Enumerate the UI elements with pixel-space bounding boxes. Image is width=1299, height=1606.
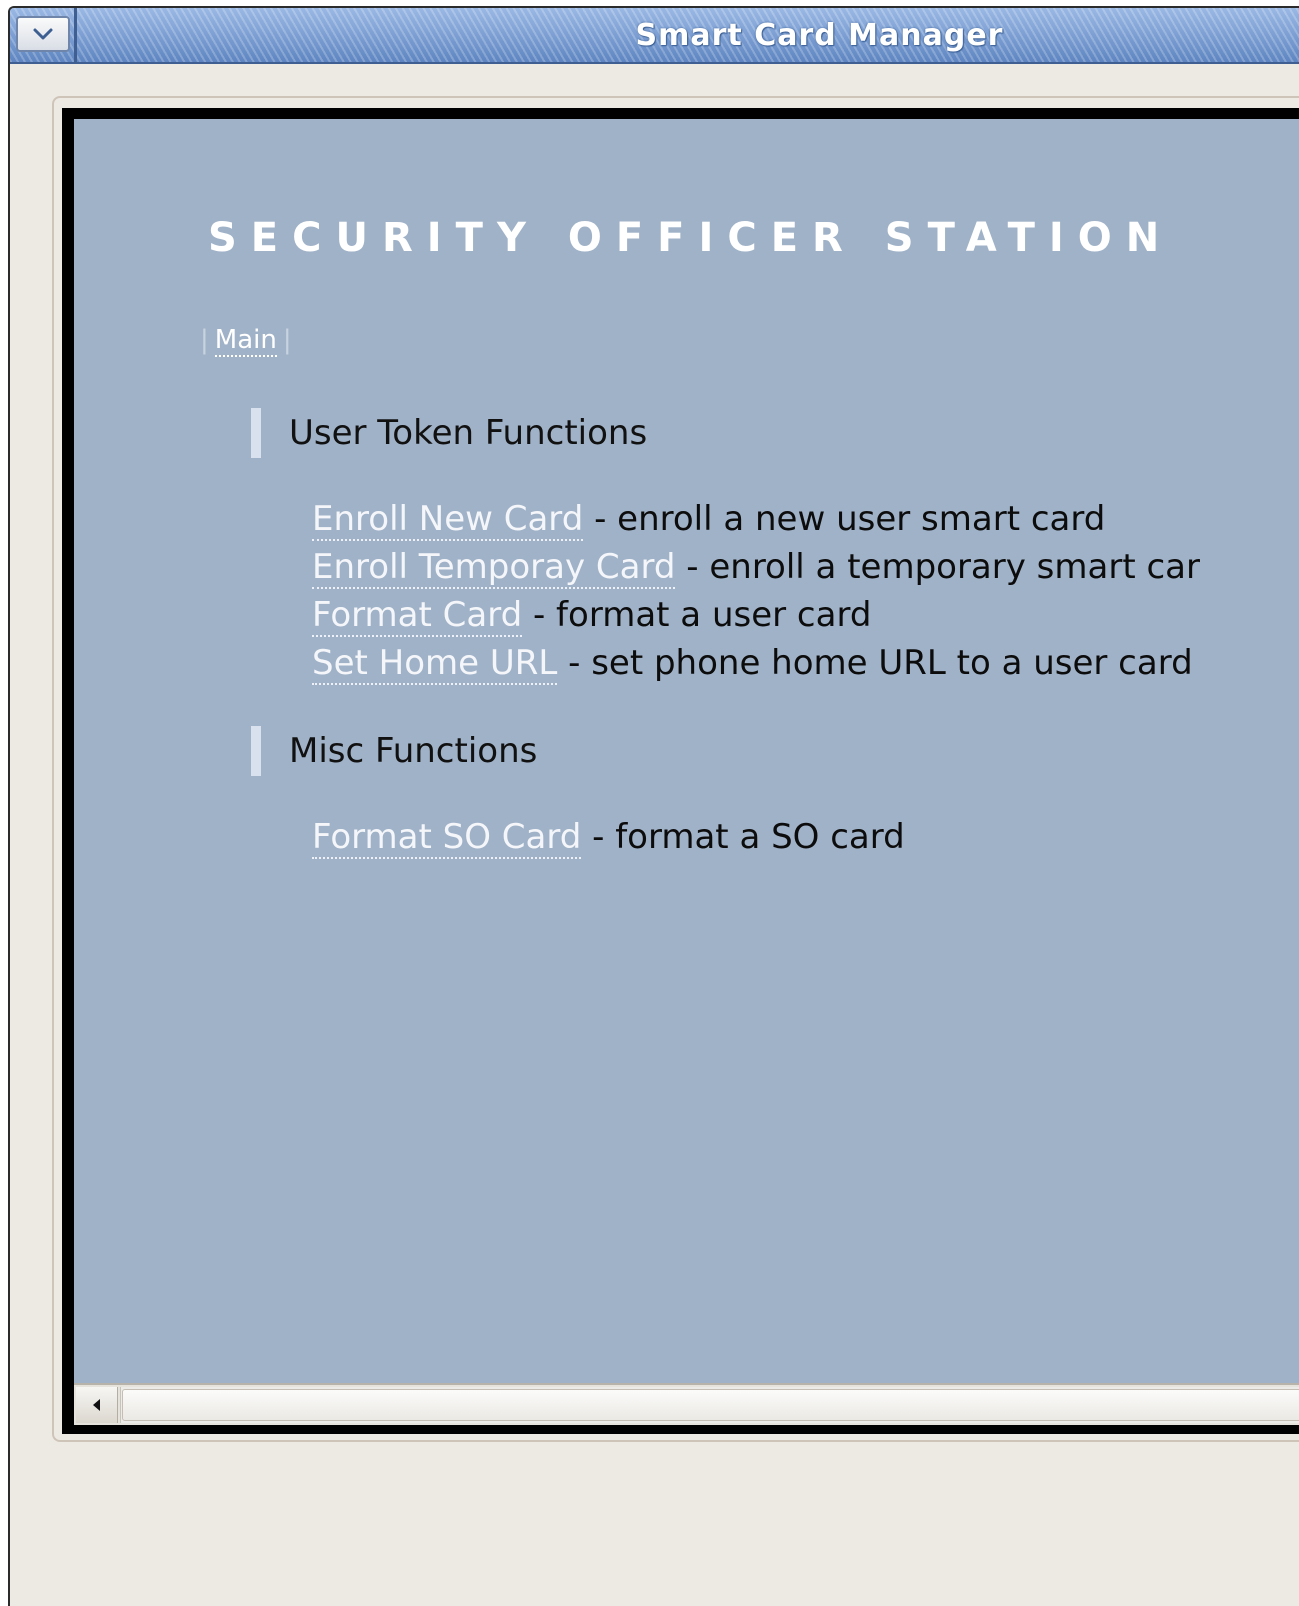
title-bar[interactable]: Smart Card Manager <box>10 8 1299 64</box>
set-home-url-link[interactable]: Set Home URL <box>312 643 558 685</box>
item-description: - enroll a temporary smart car <box>675 547 1200 587</box>
section-misc-functions: Misc Functions <box>251 726 537 776</box>
misc-function-list: Format SO Card - format a SO card <box>312 815 905 863</box>
window-title: Smart Card Manager <box>635 18 1004 53</box>
section-user-token-functions: User Token Functions <box>251 408 647 458</box>
breadcrumb: | Main | <box>200 325 292 357</box>
horizontal-scrollbar[interactable] <box>74 1383 1299 1425</box>
nav-separator: | <box>282 325 292 355</box>
page-heading: SECURITY OFFICER STATION <box>208 215 1174 261</box>
item-description: - format a SO card <box>581 817 905 857</box>
enroll-temporary-card-link[interactable]: Enroll Temporay Card <box>312 547 676 589</box>
section-title: Misc Functions <box>289 731 538 771</box>
list-item: Format SO Card - format a SO card <box>312 815 905 863</box>
item-description: - format a user card <box>522 595 872 635</box>
web-content: SECURITY OFFICER STATION | Main | User Tok… <box>74 119 1299 1383</box>
section-marker <box>251 726 261 776</box>
section-title: User Token Functions <box>289 413 648 453</box>
format-so-card-link[interactable]: Format SO Card <box>312 817 582 859</box>
section-marker <box>251 408 261 458</box>
item-description: - enroll a new user smart card <box>583 499 1106 539</box>
list-item: Enroll Temporay Card - enroll a temporar… <box>312 545 1200 593</box>
list-item: Set Home URL - set phone home URL to a u… <box>312 641 1200 689</box>
nav-link-main[interactable]: Main <box>214 325 277 357</box>
arrow-left-icon <box>92 1399 100 1411</box>
nav-separator: | <box>200 325 209 355</box>
scroll-left-button[interactable] <box>76 1387 118 1423</box>
enroll-new-card-link[interactable]: Enroll New Card <box>312 499 584 541</box>
user-token-function-list: Enroll New Card - enroll a new user smar… <box>312 497 1200 689</box>
format-card-link[interactable]: Format Card <box>312 595 523 637</box>
list-item: Enroll New Card - enroll a new user smar… <box>312 497 1200 545</box>
scroll-thumb[interactable] <box>122 1389 1299 1421</box>
item-description: - set phone home URL to a user card <box>557 643 1193 683</box>
list-item: Format Card - format a user card <box>312 593 1200 641</box>
